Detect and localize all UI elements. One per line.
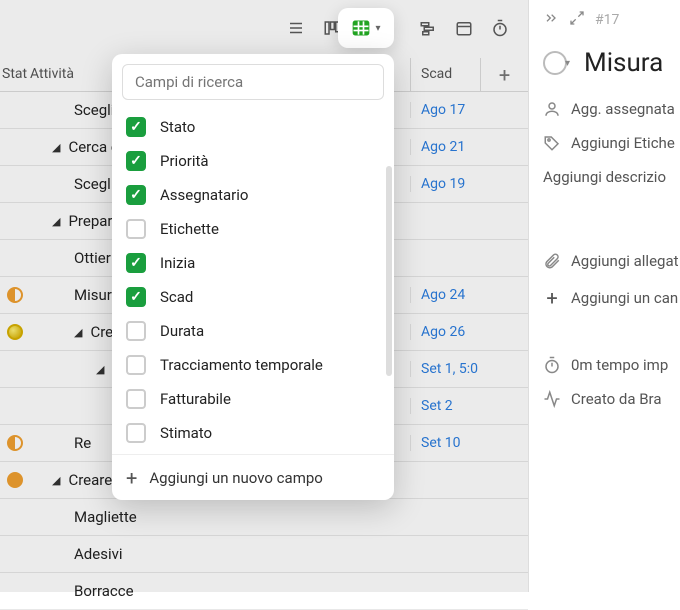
checkbox[interactable] [126, 389, 146, 409]
paperclip-icon [543, 252, 561, 270]
scrollbar[interactable] [386, 166, 392, 376]
collapse-icon[interactable] [543, 10, 559, 30]
field-option-label: Assegnatario [160, 186, 248, 204]
stopwatch-view-button[interactable] [484, 12, 516, 44]
add-custom-field[interactable]: + Aggiungi un can [543, 286, 680, 310]
assignee-field[interactable]: Agg. assegnata [543, 100, 680, 118]
checkbox[interactable] [126, 423, 146, 443]
field-option[interactable]: Stato [112, 110, 394, 144]
add-field-button[interactable]: + Aggiungi un nuovo campo [112, 454, 394, 500]
field-option-label: Priorità [160, 152, 209, 170]
person-icon [543, 100, 561, 118]
add-field-label: Aggiungi un nuovo campo [149, 469, 322, 487]
field-option-label: Fatturabile [160, 390, 231, 408]
time-tracking-field[interactable]: 0m tempo imp [543, 356, 680, 374]
attachment-field[interactable]: Aggiungi allegat [543, 252, 680, 270]
checkbox[interactable] [126, 253, 146, 273]
tags-field[interactable]: Aggiungi Etiche [543, 134, 680, 152]
checkbox[interactable] [126, 185, 146, 205]
field-option[interactable]: Stimato [112, 416, 394, 450]
plus-icon: + [126, 466, 137, 490]
fields-search-wrap [122, 64, 384, 100]
fields-search-input[interactable] [122, 64, 384, 100]
detail-panel: #17 ▾ Misura Agg. assegnata Aggiungi Eti… [528, 0, 680, 592]
description-field[interactable]: Aggiungi descrizio [543, 168, 680, 186]
expand-icon[interactable] [569, 10, 585, 30]
field-option-label: Etichette [160, 220, 219, 238]
checkbox[interactable] [126, 117, 146, 137]
task-title[interactable]: Misura [584, 48, 663, 78]
field-option-label: Stimato [160, 424, 212, 442]
chevron-down-icon: ▾ [565, 58, 570, 69]
field-option[interactable]: Durata [112, 314, 394, 348]
issue-id: #17 [595, 12, 619, 28]
checkbox[interactable] [126, 219, 146, 239]
status-picker[interactable]: ▾ [543, 51, 570, 75]
table-view-button-active[interactable]: ▾ [338, 8, 394, 48]
checkbox[interactable] [126, 355, 146, 375]
stopwatch-icon [543, 356, 561, 374]
field-option-label: Durata [160, 322, 204, 340]
field-option-label: Scad [160, 288, 193, 306]
created-by-field: Creato da Bra [543, 390, 680, 408]
field-option-label: Stato [160, 118, 195, 136]
chevron-down-icon: ▾ [375, 23, 380, 34]
fields-list: Stato Priorità Assegnatario Etichette Inizia… [112, 106, 394, 454]
detail-title-row: ▾ Misura [543, 48, 680, 78]
timeline-view-button[interactable] [412, 12, 444, 44]
field-option[interactable]: Assegnatario [112, 178, 394, 212]
checkbox[interactable] [126, 287, 146, 307]
field-option[interactable]: Priorità [112, 144, 394, 178]
field-option-label: Inizia [160, 254, 195, 272]
calendar-view-button[interactable] [448, 12, 480, 44]
field-option[interactable]: Etichette [112, 212, 394, 246]
status-circle-icon [543, 51, 567, 75]
field-option[interactable]: Tracciamento temporale [112, 348, 394, 382]
field-option[interactable]: Fatturabile [112, 382, 394, 416]
detail-panel-header: #17 [543, 10, 680, 30]
tag-icon [543, 134, 561, 152]
field-option-label: Tracciamento temporale [160, 356, 323, 374]
fields-dropdown: Stato Priorità Assegnatario Etichette Inizia… [112, 54, 394, 500]
field-option[interactable]: Inizia [112, 246, 394, 280]
checkbox[interactable] [126, 151, 146, 171]
checkbox[interactable] [126, 321, 146, 341]
activity-icon [543, 390, 561, 408]
plus-icon: + [543, 286, 561, 310]
view-toolbar [280, 12, 516, 44]
field-option[interactable]: Scad [112, 280, 394, 314]
list-view-button[interactable] [280, 12, 312, 44]
